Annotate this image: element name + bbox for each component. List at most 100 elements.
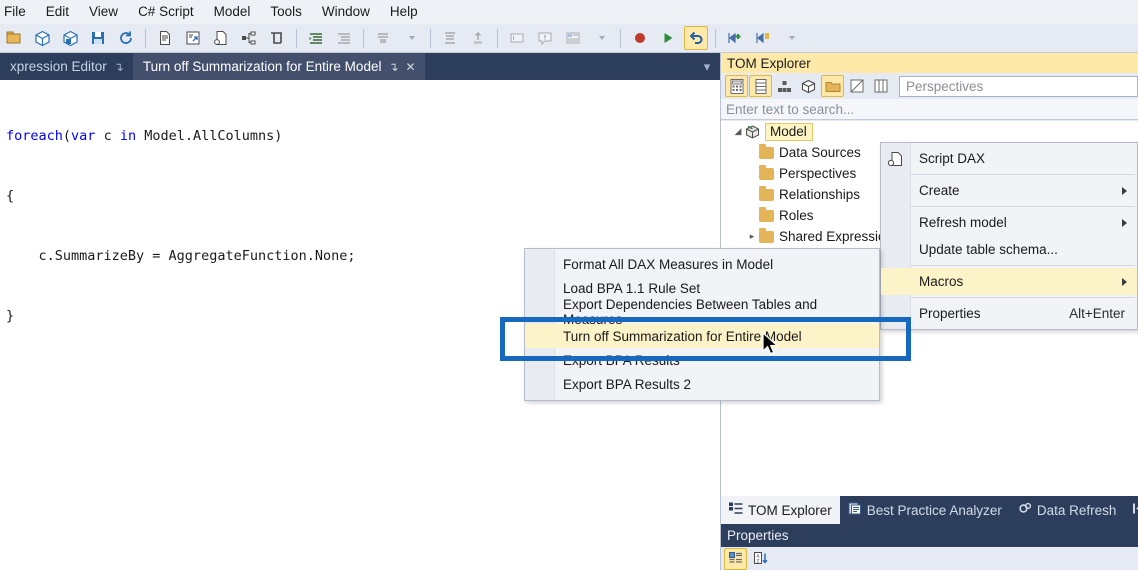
code-token: Model.AllColumns) bbox=[136, 128, 283, 144]
menu-item-window[interactable]: Window bbox=[312, 1, 380, 23]
tab-label: xpression Editor bbox=[10, 59, 107, 74]
menu-item-help[interactable]: Help bbox=[380, 1, 428, 23]
properties-window-icon[interactable] bbox=[561, 26, 585, 50]
menu-item-view[interactable]: View bbox=[79, 1, 128, 23]
context-menu-item-update-table-schema[interactable]: Update table schema... bbox=[881, 236, 1137, 263]
submenu-arrow-icon bbox=[1122, 218, 1127, 227]
step-over-icon[interactable] bbox=[751, 26, 775, 50]
menu-item-label: Export BPA Results 2 bbox=[563, 376, 692, 392]
dependencies-icon[interactable] bbox=[237, 26, 261, 50]
open-script-icon[interactable] bbox=[181, 26, 205, 50]
record-macro-icon[interactable] bbox=[628, 26, 652, 50]
submenu-item-format-all-dax[interactable]: Format All DAX Measures in Model bbox=[525, 252, 879, 276]
categorized-sort-icon[interactable] bbox=[724, 547, 747, 570]
code-token: ( bbox=[62, 128, 72, 144]
bottom-tab-label: Data Refresh bbox=[1036, 502, 1117, 518]
tabstrip-spacer bbox=[425, 53, 694, 80]
folder-icon bbox=[759, 206, 774, 222]
menu-item-label: Script DAX bbox=[919, 151, 986, 166]
run-script-icon[interactable] bbox=[656, 26, 680, 50]
tab-expression-editor[interactable]: xpression Editor ↴ bbox=[0, 53, 133, 80]
macros-submenu: Format All DAX Measures in Model Load BP… bbox=[524, 248, 880, 401]
refresh-icon[interactable] bbox=[114, 26, 138, 50]
open-file-icon[interactable] bbox=[2, 26, 26, 50]
expander-icon[interactable]: ◢ bbox=[731, 126, 745, 137]
folder-icon bbox=[759, 164, 774, 180]
toolbar-separator bbox=[497, 28, 498, 48]
close-icon[interactable]: ✕ bbox=[406, 61, 416, 73]
tree-item-model[interactable]: ◢ Model bbox=[721, 121, 1138, 142]
error-list-icon[interactable] bbox=[533, 26, 557, 50]
menu-item-file[interactable]: File bbox=[0, 1, 36, 23]
cube-icon bbox=[745, 124, 760, 139]
menu-item-edit[interactable]: Edit bbox=[36, 1, 79, 23]
code-token: var bbox=[71, 128, 96, 144]
menu-separator bbox=[911, 174, 1135, 175]
save-as-icon[interactable] bbox=[86, 26, 110, 50]
tom-explorer-toolbar: Perspectives bbox=[721, 73, 1138, 99]
alphabetical-sort-icon[interactable]: AZ bbox=[749, 548, 772, 570]
context-menu-item-refresh-model[interactable]: Refresh model bbox=[881, 209, 1137, 236]
tree-item-label: Roles bbox=[779, 208, 814, 223]
new-script-icon[interactable] bbox=[153, 26, 177, 50]
context-menu-item-macros[interactable]: Macros bbox=[881, 268, 1137, 295]
uncomment-icon[interactable] bbox=[466, 26, 490, 50]
submenu-item-export-bpa-results-2[interactable]: Export BPA Results 2 bbox=[525, 372, 879, 396]
save-script-icon[interactable] bbox=[209, 26, 233, 50]
outdent-icon[interactable] bbox=[332, 26, 356, 50]
expander-icon[interactable]: ▸ bbox=[745, 231, 759, 242]
format-icon[interactable] bbox=[371, 26, 395, 50]
properties-toolbar: AZ bbox=[721, 547, 1138, 570]
submenu-item-turn-off-summarization[interactable]: Turn off Summarization for Entire Model bbox=[525, 324, 879, 348]
submenu-item-export-bpa-results[interactable]: Export BPA Results bbox=[525, 348, 879, 372]
save-model-icon[interactable] bbox=[58, 26, 82, 50]
toolbar-separator bbox=[430, 28, 431, 48]
toolbar-separator bbox=[715, 28, 716, 48]
show-columns-grid-icon[interactable] bbox=[869, 75, 892, 97]
show-cube-icon[interactable] bbox=[797, 75, 820, 97]
context-menu-item-create[interactable]: Create bbox=[881, 177, 1137, 204]
tab-turn-off-summarization[interactable]: Turn off Summarization for Entire Model … bbox=[132, 53, 425, 80]
pin-icon[interactable]: ↴ bbox=[114, 61, 124, 73]
search-input[interactable]: Enter text to search... bbox=[721, 99, 1138, 120]
code-line: foreach(var c in Model.AllColumns) bbox=[6, 126, 720, 146]
step-dropdown-icon[interactable] bbox=[779, 26, 803, 50]
show-hidden-icon[interactable] bbox=[845, 75, 868, 97]
menu-item-csharp-script[interactable]: C# Script bbox=[128, 1, 204, 23]
mouse-cursor bbox=[762, 331, 780, 361]
script-dax-icon bbox=[887, 151, 904, 167]
tree-item-label: Relationships bbox=[779, 187, 861, 202]
code-line: { bbox=[6, 188, 15, 204]
context-menu-item-script-dax[interactable]: Script DAX bbox=[881, 145, 1137, 172]
undo-icon[interactable] bbox=[684, 26, 708, 50]
tab-list-dropdown-icon[interactable]: ▾ bbox=[694, 53, 720, 80]
editor-tab-strip: xpression Editor ↴ Turn off Summarizatio… bbox=[0, 53, 720, 80]
toolbar-separator bbox=[620, 28, 621, 48]
bottom-tab-best-practice-analyzer[interactable]: Best Practice Analyzer bbox=[840, 496, 1010, 524]
show-measures-icon[interactable] bbox=[725, 75, 748, 97]
menu-item-model[interactable]: Model bbox=[204, 1, 261, 23]
bottom-tab-tom-explorer[interactable]: TOM Explorer bbox=[721, 496, 840, 524]
open-model-icon[interactable] bbox=[30, 26, 54, 50]
table-icon[interactable] bbox=[265, 26, 289, 50]
perspectives-select[interactable]: Perspectives bbox=[899, 75, 1138, 97]
bottom-tab-label: TOM Explorer bbox=[748, 502, 832, 518]
context-menu-item-properties[interactable]: Properties Alt+Enter bbox=[881, 300, 1137, 327]
menu-item-tools[interactable]: Tools bbox=[260, 1, 312, 23]
pin-icon[interactable]: ↴ bbox=[388, 61, 398, 73]
show-folders-icon[interactable] bbox=[821, 75, 844, 97]
comment-icon[interactable] bbox=[438, 26, 462, 50]
step-into-icon[interactable] bbox=[723, 26, 747, 50]
bottom-tab-macros[interactable]: Macr bbox=[1124, 496, 1138, 524]
code-token: foreach bbox=[6, 128, 63, 144]
tree-item-label: Perspectives bbox=[779, 166, 857, 181]
tab-label: Turn off Summarization for Entire Model bbox=[142, 59, 382, 74]
properties-dropdown-icon[interactable] bbox=[589, 26, 613, 50]
bottom-tab-data-refresh[interactable]: Data Refresh bbox=[1010, 496, 1125, 524]
submenu-item-export-dependencies[interactable]: Export Dependencies Between Tables and M… bbox=[525, 297, 879, 327]
output-window-icon[interactable] bbox=[505, 26, 529, 50]
show-hierarchies-icon[interactable] bbox=[773, 75, 796, 97]
format-dropdown-icon[interactable] bbox=[399, 26, 423, 50]
show-columns-icon[interactable] bbox=[749, 75, 772, 97]
indent-icon[interactable] bbox=[304, 26, 328, 50]
